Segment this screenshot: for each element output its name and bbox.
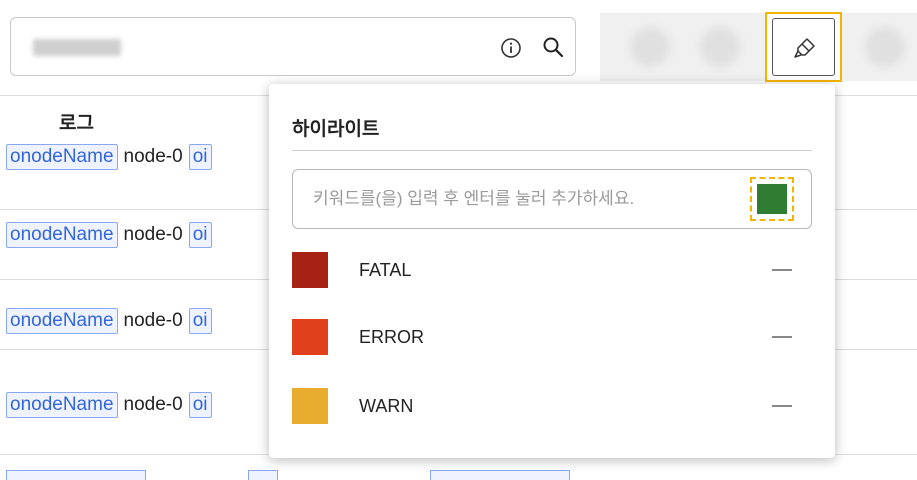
remove-keyword-button[interactable] [772, 405, 792, 407]
color-swatch[interactable] [292, 319, 328, 355]
search-query-redacted [33, 39, 121, 56]
highlight-keyword-label: ERROR [359, 327, 425, 347]
field-value: node-0 [123, 394, 183, 415]
highlight-keyword-label: WARN [359, 396, 414, 416]
highlight-item-warn: WARN [292, 386, 812, 426]
field-tag[interactable]: oi [188, 308, 212, 334]
color-swatch[interactable] [292, 388, 328, 424]
field-tag[interactable]: onodeName [6, 222, 118, 248]
table-row-partial [6, 470, 606, 480]
field-tag[interactable]: oi [188, 392, 212, 418]
highlight-item-error: ERROR [292, 317, 812, 357]
toolbar-redacted [600, 13, 917, 81]
highlight-button[interactable] [765, 12, 842, 82]
keyword-input[interactable] [292, 169, 812, 229]
field-tag[interactable]: oi [188, 222, 212, 248]
search-box[interactable] [10, 17, 576, 76]
highlighter-icon [794, 38, 815, 58]
popover-title: 하이라이트 [292, 119, 380, 140]
remove-keyword-button[interactable] [772, 336, 792, 338]
field-tag[interactable]: onodeName [6, 144, 118, 170]
field-value: node-0 [123, 224, 183, 245]
field-tag[interactable]: onodeName [6, 308, 118, 334]
info-icon[interactable] [500, 37, 522, 59]
color-picker-button[interactable] [750, 177, 794, 221]
field-value: node-0 [123, 146, 183, 167]
toolbar-button-redacted[interactable] [865, 27, 905, 67]
toolbar-button-redacted[interactable] [630, 27, 670, 67]
highlight-keyword-label: FATAL [359, 260, 412, 280]
column-header-log: 로그 [59, 113, 94, 134]
highlight-item-fatal: FATAL [292, 250, 812, 290]
popover-divider [292, 150, 812, 151]
field-tag[interactable]: oi [188, 144, 212, 170]
color-swatch [757, 184, 787, 214]
search-icon[interactable] [542, 36, 564, 58]
field-tag[interactable]: onodeName [6, 392, 118, 418]
remove-keyword-button[interactable] [772, 269, 792, 271]
field-value: node-0 [123, 310, 183, 331]
toolbar-button-redacted[interactable] [700, 27, 740, 67]
highlight-popover: 하이라이트 FATAL ERROR WARN [269, 84, 835, 458]
color-swatch[interactable] [292, 252, 328, 288]
